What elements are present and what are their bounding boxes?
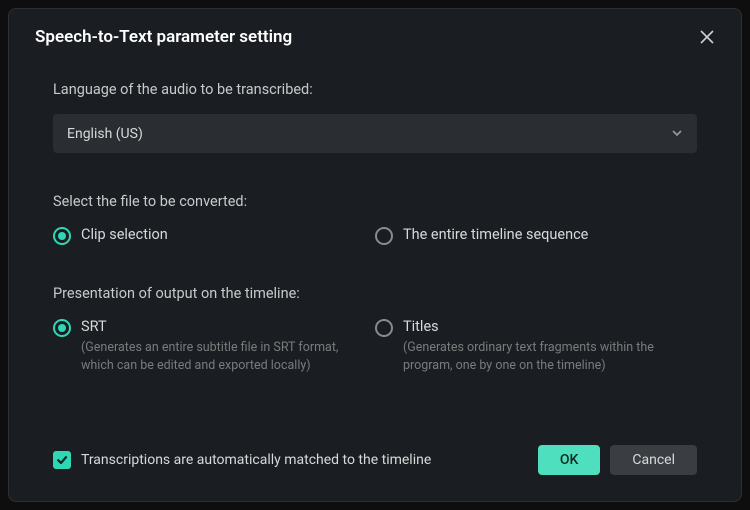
footer-buttons: OK Cancel <box>538 445 697 475</box>
close-icon <box>699 29 715 45</box>
radio-description: (Generates ordinary text fragments withi… <box>403 339 673 374</box>
dialog-header: Speech-to-Text parameter setting <box>9 9 741 57</box>
checkbox-label: Transcriptions are automatically matched… <box>81 452 431 468</box>
radio-icon <box>375 227 393 245</box>
radio-entire-timeline[interactable]: The entire timeline sequence <box>375 226 697 245</box>
language-selected-value: English (US) <box>67 126 143 142</box>
cancel-button[interactable]: Cancel <box>610 445 697 475</box>
language-label: Language of the audio to be transcribed: <box>53 81 697 98</box>
radio-content: Titles (Generates ordinary text fragment… <box>403 318 673 374</box>
file-select-label: Select the file to be converted: <box>53 193 697 210</box>
chevron-down-icon <box>671 124 683 143</box>
radio-titles[interactable]: Titles (Generates ordinary text fragment… <box>375 318 697 374</box>
auto-match-checkbox[interactable]: Transcriptions are automatically matched… <box>53 451 431 469</box>
dialog-title: Speech-to-Text parameter setting <box>35 27 292 47</box>
language-select[interactable]: English (US) <box>53 114 697 153</box>
radio-icon <box>53 227 71 245</box>
output-group: SRT (Generates an entire subtitle file i… <box>53 318 697 374</box>
radio-label: SRT <box>81 318 351 335</box>
checkbox-icon <box>53 451 71 469</box>
dialog-body: Language of the audio to be transcribed:… <box>9 57 741 427</box>
output-label: Presentation of output on the timeline: <box>53 285 697 302</box>
ok-button[interactable]: OK <box>538 445 601 475</box>
radio-label: The entire timeline sequence <box>403 226 588 243</box>
checkmark-icon <box>56 454 68 466</box>
stt-settings-dialog: Speech-to-Text parameter setting Languag… <box>8 8 742 502</box>
radio-srt[interactable]: SRT (Generates an entire subtitle file i… <box>53 318 375 374</box>
file-select-group: Clip selection The entire timeline seque… <box>53 226 697 245</box>
radio-content: SRT (Generates an entire subtitle file i… <box>81 318 351 374</box>
radio-icon <box>375 319 393 337</box>
close-button[interactable] <box>697 27 717 47</box>
dialog-footer: Transcriptions are automatically matched… <box>9 427 741 501</box>
radio-label: Clip selection <box>81 226 168 243</box>
radio-clip-selection[interactable]: Clip selection <box>53 226 375 245</box>
radio-description: (Generates an entire subtitle file in SR… <box>81 339 351 374</box>
radio-label: Titles <box>403 318 673 335</box>
radio-icon <box>53 319 71 337</box>
